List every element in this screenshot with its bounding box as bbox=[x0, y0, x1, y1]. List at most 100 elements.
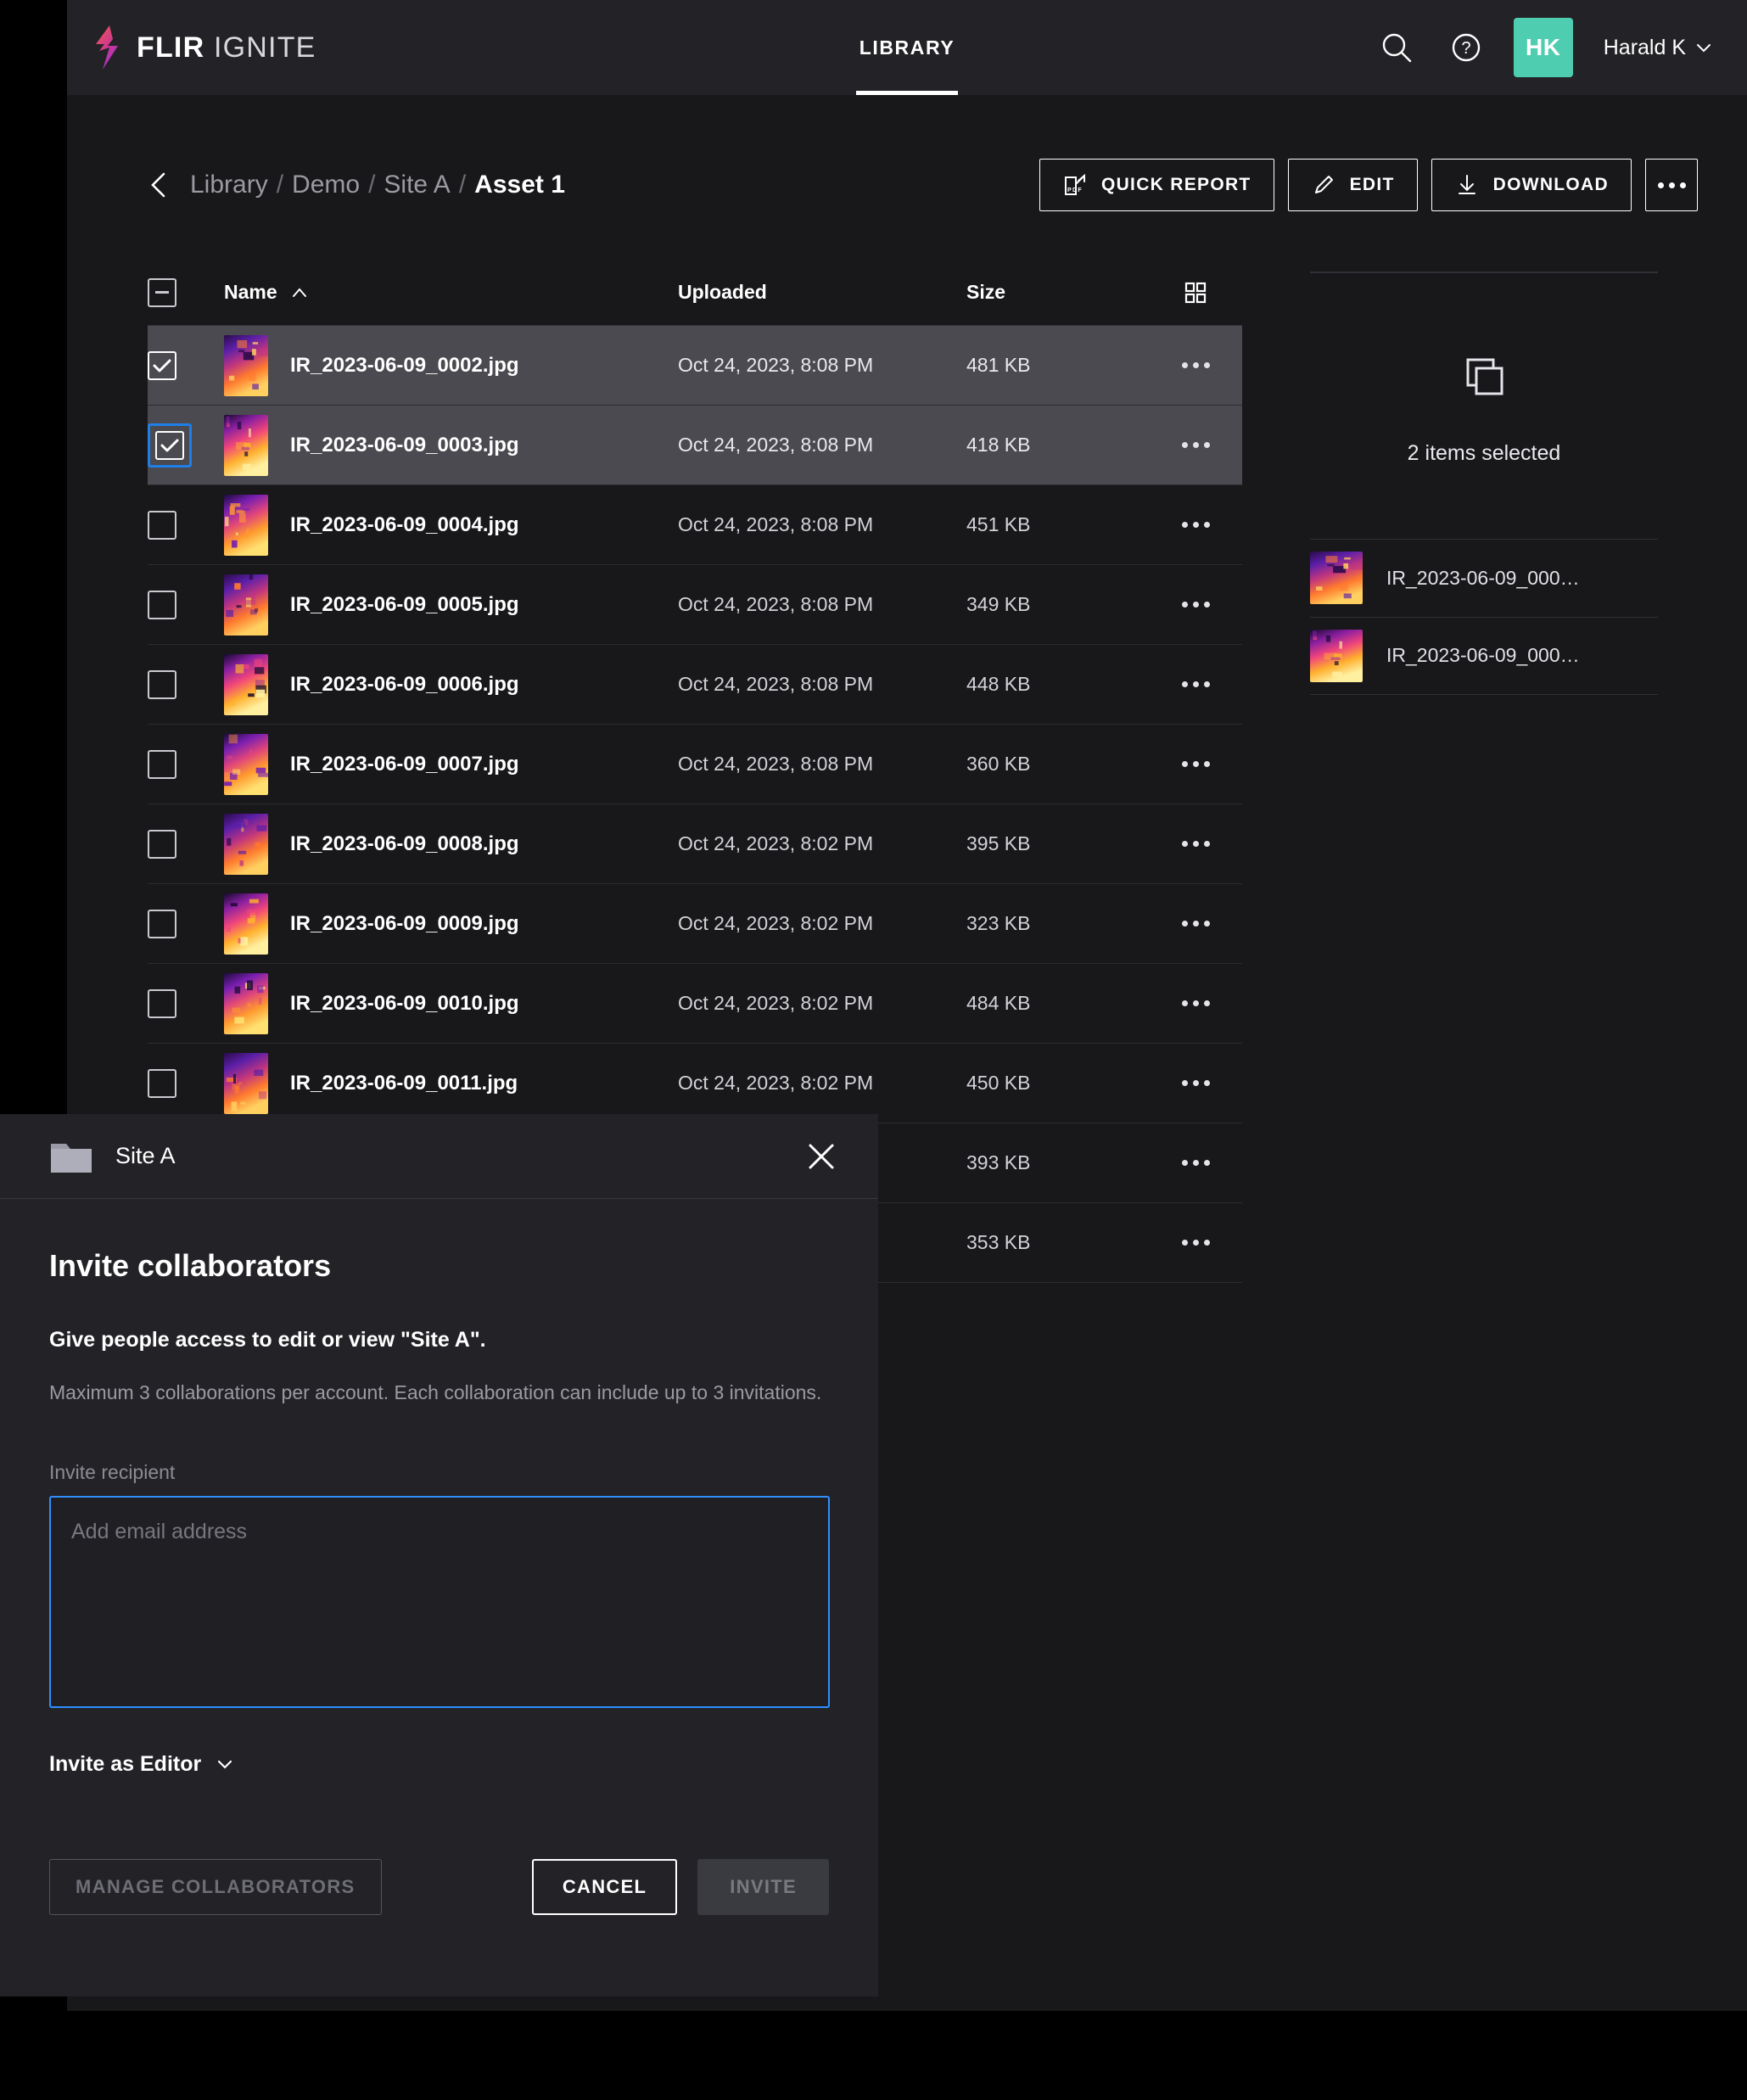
file-thumbnail bbox=[224, 495, 268, 556]
file-size: 323 KB bbox=[966, 912, 1149, 935]
folder-icon bbox=[49, 1139, 93, 1174]
search-button[interactable] bbox=[1375, 25, 1419, 70]
ellipsis-icon bbox=[1182, 681, 1210, 687]
row-menu-button[interactable] bbox=[1149, 921, 1242, 927]
breadcrumb-item-demo[interactable]: Demo bbox=[292, 171, 360, 199]
table-row[interactable]: IR_2023-06-09_0002.jpgOct 24, 2023, 8:08… bbox=[148, 326, 1242, 406]
invite-role-select[interactable]: Invite as Editor bbox=[49, 1752, 829, 1777]
table-row[interactable]: IR_2023-06-09_0006.jpgOct 24, 2023, 8:08… bbox=[148, 645, 1242, 725]
svg-text:?: ? bbox=[1461, 39, 1470, 58]
file-name: IR_2023-06-09_0010.jpg bbox=[290, 992, 519, 1016]
row-select-cell bbox=[148, 830, 224, 859]
download-button[interactable]: DOWNLOAD bbox=[1431, 159, 1632, 211]
email-input[interactable]: Add email address bbox=[49, 1496, 830, 1708]
table-row[interactable]: IR_2023-06-09_0008.jpgOct 24, 2023, 8:02… bbox=[148, 804, 1242, 884]
table-row[interactable]: IR_2023-06-09_0005.jpgOct 24, 2023, 8:08… bbox=[148, 565, 1242, 645]
row-menu-button[interactable] bbox=[1149, 602, 1242, 608]
file-thumbnail bbox=[224, 1053, 268, 1114]
brand-ignite: IGNITE bbox=[214, 31, 316, 64]
row-checkbox[interactable] bbox=[148, 750, 176, 779]
tab-library-label: LIBRARY bbox=[860, 36, 955, 59]
row-checkbox[interactable] bbox=[148, 511, 176, 540]
close-icon[interactable] bbox=[804, 1139, 839, 1174]
row-menu-button[interactable] bbox=[1149, 1000, 1242, 1006]
table-row[interactable]: IR_2023-06-09_0004.jpgOct 24, 2023, 8:08… bbox=[148, 485, 1242, 565]
row-checkbox[interactable] bbox=[148, 989, 176, 1018]
select-all-checkbox[interactable] bbox=[148, 278, 176, 307]
ellipsis-icon bbox=[1182, 1000, 1210, 1006]
column-header-uploaded[interactable]: Uploaded bbox=[678, 281, 966, 304]
row-name-cell: IR_2023-06-09_0009.jpg bbox=[224, 893, 678, 955]
edit-button[interactable]: EDIT bbox=[1288, 159, 1418, 211]
file-name: IR_2023-06-09_0002.jpg bbox=[290, 354, 519, 378]
row-menu-button[interactable] bbox=[1149, 1240, 1242, 1246]
ellipsis-icon bbox=[1182, 362, 1210, 368]
tab-library[interactable]: LIBRARY bbox=[824, 0, 991, 95]
row-checkbox[interactable] bbox=[148, 1069, 176, 1098]
top-navigation-bar: FLIR IGNITE LIBRARY bbox=[67, 0, 1747, 95]
table-row[interactable]: IR_2023-06-09_0007.jpgOct 24, 2023, 8:08… bbox=[148, 725, 1242, 804]
row-checkbox[interactable] bbox=[148, 910, 176, 938]
tab-active-underline bbox=[856, 91, 959, 95]
row-menu-button[interactable] bbox=[1149, 681, 1242, 687]
file-uploaded-date: Oct 24, 2023, 8:08 PM bbox=[678, 593, 966, 616]
screen: FLIR IGNITE LIBRARY bbox=[0, 0, 1747, 2100]
file-thumbnail bbox=[224, 654, 268, 715]
breadcrumb-item-site-a[interactable]: Site A bbox=[384, 171, 450, 199]
table-row[interactable]: IR_2023-06-09_0009.jpgOct 24, 2023, 8:02… bbox=[148, 884, 1242, 964]
edit-label: EDIT bbox=[1350, 175, 1395, 195]
ellipsis-icon bbox=[1182, 761, 1210, 767]
file-size: 395 KB bbox=[966, 832, 1149, 855]
invite-recipient-label: Invite recipient bbox=[49, 1461, 829, 1484]
row-menu-button[interactable] bbox=[1149, 1160, 1242, 1166]
ellipsis-icon bbox=[1182, 522, 1210, 528]
manage-collaborators-button[interactable]: MANAGE COLLABORATORS bbox=[49, 1859, 382, 1915]
breadcrumb-item-library[interactable]: Library bbox=[190, 171, 268, 199]
row-menu-button[interactable] bbox=[1149, 1080, 1242, 1086]
breadcrumb-item-asset-1[interactable]: Asset 1 bbox=[474, 171, 565, 199]
row-menu-button[interactable] bbox=[1149, 442, 1242, 448]
list-item[interactable]: IR_2023-06-09_000… bbox=[1310, 539, 1658, 617]
ellipsis-icon bbox=[1182, 442, 1210, 448]
row-checkbox[interactable] bbox=[148, 591, 176, 619]
invite-button[interactable]: INVITE bbox=[697, 1859, 829, 1915]
help-button[interactable]: ? bbox=[1444, 25, 1488, 70]
row-menu-button[interactable] bbox=[1149, 522, 1242, 528]
list-item[interactable]: IR_2023-06-09_000… bbox=[1310, 617, 1658, 695]
cancel-button[interactable]: CANCEL bbox=[532, 1859, 677, 1915]
column-header-name[interactable]: Name bbox=[224, 281, 678, 304]
table-row[interactable]: IR_2023-06-09_0011.jpgOct 24, 2023, 8:02… bbox=[148, 1044, 1242, 1123]
file-uploaded-date: Oct 24, 2023, 8:02 PM bbox=[678, 992, 966, 1015]
ellipsis-icon bbox=[1182, 1080, 1210, 1086]
chevron-left-icon[interactable] bbox=[148, 171, 170, 199]
view-toggle-button[interactable] bbox=[1149, 280, 1242, 305]
dialog-folder-name: Site A bbox=[115, 1143, 176, 1169]
table-row[interactable]: IR_2023-06-09_0003.jpgOct 24, 2023, 8:08… bbox=[148, 406, 1242, 485]
row-menu-button[interactable] bbox=[1149, 761, 1242, 767]
row-menu-button[interactable] bbox=[1149, 362, 1242, 368]
ellipsis-icon bbox=[1658, 182, 1686, 188]
file-uploaded-date: Oct 24, 2023, 8:08 PM bbox=[678, 513, 966, 536]
quick-report-button[interactable]: PDF QUICK REPORT bbox=[1039, 159, 1274, 211]
avatar[interactable]: HK bbox=[1514, 18, 1573, 77]
dialog-note: Maximum 3 collaborations per account. Ea… bbox=[49, 1378, 829, 1408]
top-bar-actions: ? HK Harald K bbox=[1375, 18, 1713, 77]
file-thumbnail bbox=[224, 574, 268, 636]
column-header-name-label: Name bbox=[224, 281, 277, 304]
row-checkbox[interactable] bbox=[148, 670, 176, 699]
more-options-button[interactable] bbox=[1645, 159, 1698, 211]
table-row[interactable]: IR_2023-06-09_0010.jpg Oct 24, 2023, 8:02… bbox=[148, 964, 1242, 1044]
file-name: IR_2023-06-09_0011.jpg bbox=[290, 1072, 518, 1095]
row-checkbox[interactable] bbox=[148, 830, 176, 859]
row-select-cell bbox=[148, 750, 224, 779]
file-thumbnail bbox=[224, 335, 268, 396]
brand-logo[interactable]: FLIR IGNITE bbox=[91, 25, 316, 70]
row-menu-button[interactable] bbox=[1149, 841, 1242, 847]
select-all-cell bbox=[148, 278, 224, 307]
user-menu[interactable]: Harald K bbox=[1599, 36, 1713, 60]
column-header-size[interactable]: Size bbox=[966, 281, 1149, 304]
row-select-cell bbox=[148, 511, 224, 540]
file-uploaded-date: Oct 24, 2023, 8:08 PM bbox=[678, 434, 966, 456]
row-checkbox[interactable] bbox=[148, 351, 176, 380]
row-checkbox[interactable] bbox=[155, 431, 184, 460]
